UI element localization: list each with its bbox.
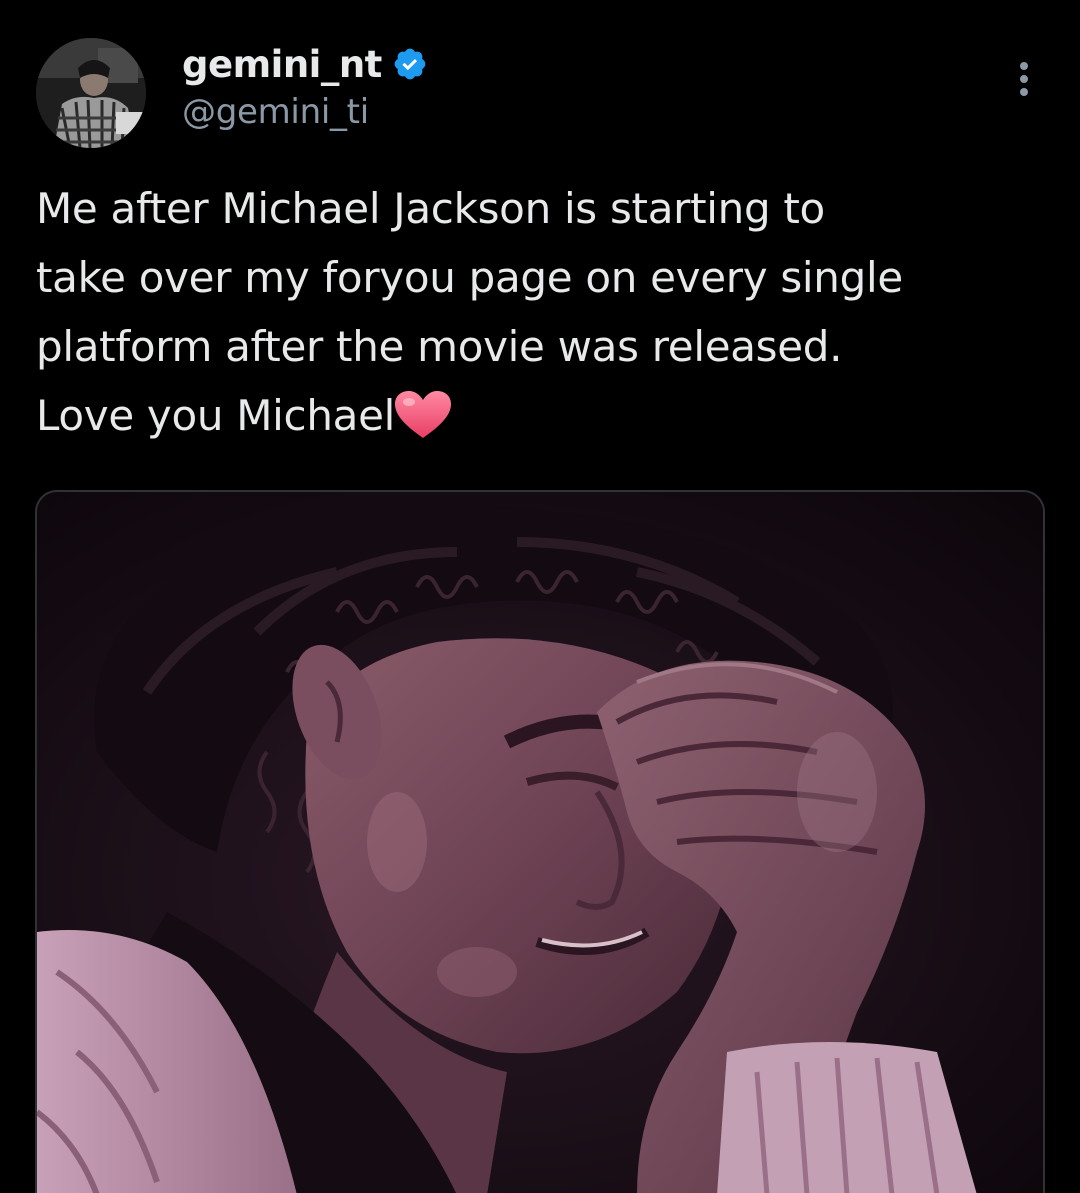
handle[interactable]: @gemini_ti	[182, 92, 369, 132]
avatar[interactable]	[36, 38, 146, 148]
tweet-text-line: Me after Michael Jackson is starting to	[36, 184, 825, 233]
tweet-text-line: take over my foryou page on every single	[36, 253, 903, 302]
more-vertical-icon[interactable]	[1004, 58, 1044, 102]
tweet: gemini_nt @gemini_ti Me after Michael Ja…	[0, 0, 1080, 1193]
verified-badge-icon	[392, 46, 428, 82]
tweet-text-line: platform after the movie was released.	[36, 322, 843, 371]
heart-emoji-icon	[393, 390, 453, 440]
tweet-text-line: Love you Michael	[36, 391, 395, 440]
tweet-text: Me after Michael Jackson is starting to …	[36, 174, 1046, 450]
author-name-row: gemini_nt	[182, 38, 428, 90]
tweet-photo[interactable]	[35, 490, 1045, 1193]
display-name[interactable]: gemini_nt	[182, 43, 382, 86]
tweet-text-line-last: Love you Michael	[36, 381, 1046, 450]
